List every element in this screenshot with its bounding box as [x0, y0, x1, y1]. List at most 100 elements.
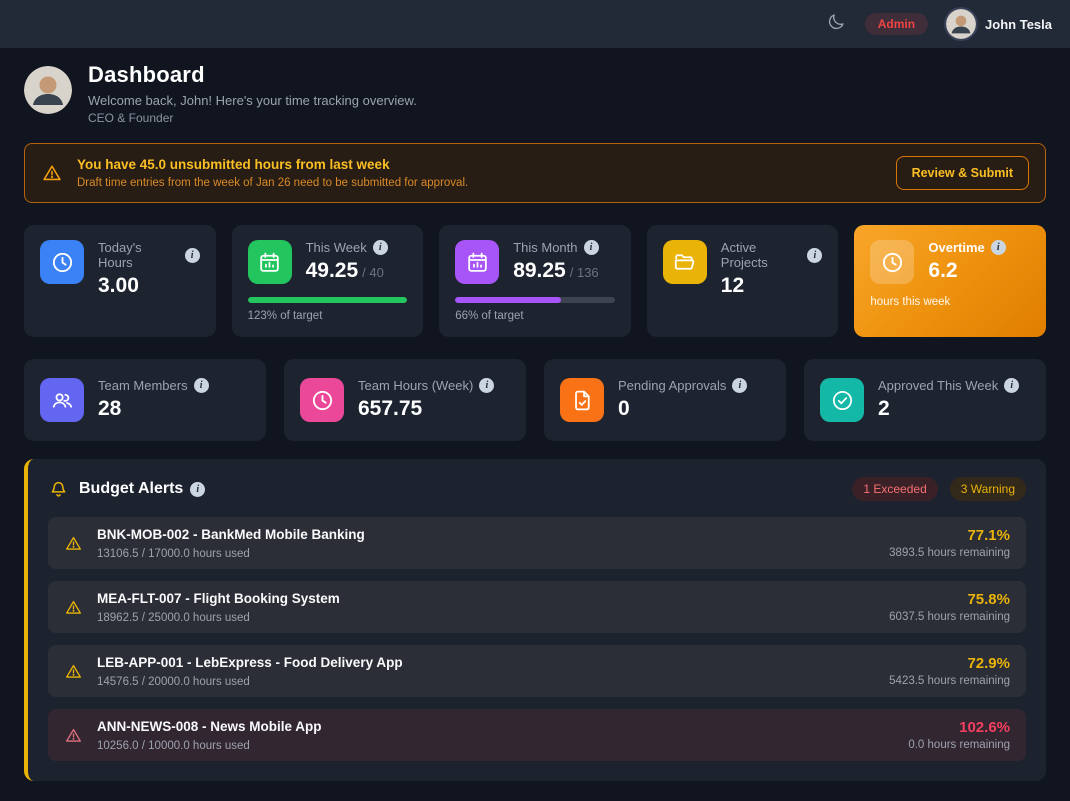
budget-alert-row[interactable]: MEA-FLT-007 - Flight Booking System 1896…	[48, 581, 1026, 633]
alert-percentage: 77.1%	[889, 527, 1010, 544]
alert-percentage: 75.8%	[889, 591, 1010, 608]
info-icon[interactable]: i	[1004, 378, 1019, 393]
budget-alerts-panel: Budget Alerts i 1 Exceeded 3 Warning BNK-…	[24, 459, 1046, 781]
calendar-icon	[455, 240, 499, 284]
stat-value: 657.75	[358, 397, 494, 421]
stat-card-team-members: Team Members i 28	[24, 359, 266, 441]
info-icon[interactable]: i	[373, 240, 388, 255]
review-submit-button[interactable]: Review & Submit	[896, 156, 1029, 190]
alert-project-title: LEB-APP-001 - LebExpress - Food Delivery…	[97, 655, 403, 670]
stat-label: Team Hours (Week)	[358, 378, 473, 393]
page-subtitle: Welcome back, John! Here's your time tra…	[88, 93, 417, 108]
unsubmitted-hours-banner: You have 45.0 unsubmitted hours from las…	[24, 143, 1046, 203]
stat-value: 3.00	[98, 274, 200, 298]
warning-count-badge: 3 Warning	[950, 477, 1026, 501]
stat-card-active-projects: Active Projects i 12	[647, 225, 839, 337]
exceeded-count-badge: 1 Exceeded	[852, 477, 937, 501]
info-icon[interactable]: i	[584, 240, 599, 255]
alert-remaining: 3893.5 hours remaining	[889, 547, 1010, 559]
info-icon[interactable]: i	[479, 378, 494, 393]
user-avatar	[946, 9, 976, 39]
warning-triangle-icon	[64, 726, 83, 745]
stat-card-team-hours: Team Hours (Week) i 657.75	[284, 359, 526, 441]
stat-label: Approved This Week	[878, 378, 998, 393]
stat-label: Team Members	[98, 378, 188, 393]
progress-track	[455, 297, 615, 303]
progress-caption: 123% of target	[248, 310, 408, 322]
alert-percentage: 72.9%	[889, 655, 1010, 672]
dark-mode-toggle[interactable]	[825, 13, 847, 35]
alert-project-title: ANN-NEWS-008 - News Mobile App	[97, 719, 322, 734]
alert-usage: 14576.5 / 20000.0 hours used	[97, 676, 875, 688]
banner-subtitle: Draft time entries from the week of Jan …	[77, 177, 882, 189]
info-icon[interactable]: i	[807, 248, 822, 263]
user-name: John Tesla	[985, 17, 1052, 32]
bell-icon	[48, 479, 69, 500]
stat-value: 2	[878, 397, 1019, 421]
stat-card-this-week: This Weeki 49.25/ 40 123% of target	[232, 225, 424, 337]
topbar: Admin John Tesla	[0, 0, 1070, 48]
stat-card-overtime: Overtime i 6.2 hours this week	[854, 225, 1046, 337]
stats-row-primary: Today's Hours i 3.00 This Weeki 49.25/ 40…	[24, 225, 1046, 337]
stat-label: Today's Hours	[98, 240, 179, 270]
alert-project-title: BNK-MOB-002 - BankMed Mobile Banking	[97, 527, 365, 542]
clock-icon	[300, 378, 344, 422]
warning-triangle-icon	[64, 534, 83, 553]
circle-check-icon	[820, 378, 864, 422]
budget-alert-row[interactable]: BNK-MOB-002 - BankMed Mobile Banking 131…	[48, 517, 1026, 569]
info-icon[interactable]: i	[194, 378, 209, 393]
stat-value: 49.25	[306, 259, 359, 282]
page-title: Dashboard	[88, 62, 417, 88]
folder-icon	[663, 240, 707, 284]
alert-remaining: 0.0 hours remaining	[908, 739, 1010, 751]
stat-target: / 136	[570, 265, 599, 280]
info-icon[interactable]: i	[190, 482, 205, 497]
alert-usage: 13106.5 / 17000.0 hours used	[97, 548, 875, 560]
stat-card-pending-approvals: Pending Approvals i 0	[544, 359, 786, 441]
profile-avatar	[24, 66, 72, 114]
info-icon[interactable]: i	[991, 240, 1006, 255]
stat-label: This Month	[513, 240, 577, 255]
progress-caption: 66% of target	[455, 310, 615, 322]
stat-card-todays-hours: Today's Hours i 3.00	[24, 225, 216, 337]
budget-alerts-title: Budget Alerts	[79, 480, 183, 498]
budget-alert-row[interactable]: ANN-NEWS-008 - News Mobile App 10256.0 /…	[48, 709, 1026, 761]
warning-triangle-icon	[64, 662, 83, 681]
alert-remaining: 6037.5 hours remaining	[889, 611, 1010, 623]
warning-triangle-icon	[41, 162, 63, 184]
progress-track	[248, 297, 408, 303]
info-icon[interactable]: i	[732, 378, 747, 393]
calendar-icon	[248, 240, 292, 284]
alert-usage: 10256.0 / 10000.0 hours used	[97, 740, 894, 752]
stat-card-this-month: This Month i 89.25 / 136 66% of target	[439, 225, 631, 337]
warning-triangle-icon	[64, 598, 83, 617]
stat-value: 28	[98, 397, 209, 421]
clock-icon	[40, 240, 84, 284]
banner-title: You have 45.0 unsubmitted hours from las…	[77, 157, 882, 172]
stat-label: Pending Approvals	[618, 378, 726, 393]
progress-fill	[455, 297, 560, 303]
info-icon[interactable]: i	[185, 248, 200, 263]
clock-icon	[870, 240, 914, 284]
moon-icon	[826, 12, 846, 37]
stat-value: 89.25	[513, 259, 566, 282]
alert-project-title: MEA-FLT-007 - Flight Booking System	[97, 591, 340, 606]
alert-percentage: 102.6%	[908, 719, 1010, 736]
stat-value: 0	[618, 397, 747, 421]
user-menu[interactable]: John Tesla	[946, 9, 1052, 39]
stat-card-approved-week: Approved This Week i 2	[804, 359, 1046, 441]
user-role: CEO & Founder	[88, 111, 417, 125]
stat-target: / 40	[362, 265, 384, 280]
stat-label: Active Projects	[721, 240, 802, 270]
dashboard-page: Dashboard Welcome back, John! Here's you…	[0, 48, 1070, 801]
alert-remaining: 5423.5 hours remaining	[889, 675, 1010, 687]
document-check-icon	[560, 378, 604, 422]
role-badge: Admin	[865, 13, 928, 35]
stat-label: Overtime	[928, 240, 984, 255]
stat-value: 6.2	[928, 259, 1005, 283]
budget-alert-row[interactable]: LEB-APP-001 - LebExpress - Food Delivery…	[48, 645, 1026, 697]
stats-row-team: Team Members i 28 Team Hours (Week) i 657.…	[24, 359, 1046, 441]
stat-value: 12	[721, 274, 823, 298]
team-icon	[40, 378, 84, 422]
stat-sublabel: hours this week	[870, 296, 1030, 308]
